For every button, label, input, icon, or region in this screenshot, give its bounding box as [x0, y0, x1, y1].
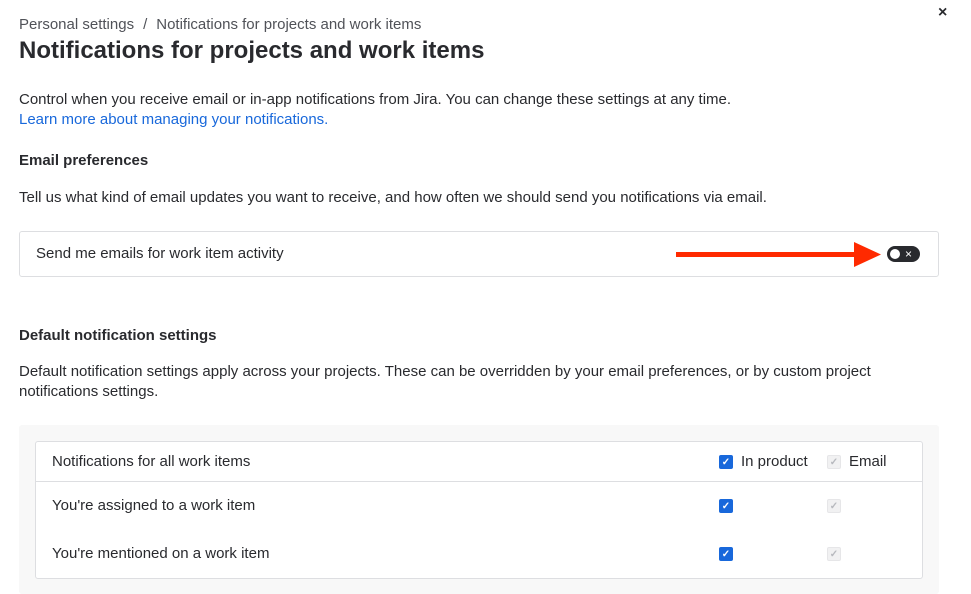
annotation-arrow-icon: [676, 242, 881, 267]
table-row: You're mentioned on a work item ✓ ✓: [36, 530, 922, 578]
email-activity-toggle[interactable]: ×: [887, 246, 920, 262]
email-preferences-description: Tell us what kind of email updates you w…: [19, 189, 767, 206]
email-column-header: Email: [849, 453, 887, 470]
intro-text: Control when you receive email or in-app…: [19, 91, 732, 108]
table-row: You're assigned to a work item ✓ ✓: [36, 482, 922, 530]
row-label: You're mentioned on a work item: [52, 545, 270, 562]
email-checkbox: ✓: [827, 499, 841, 513]
email-checkbox: ✓: [827, 547, 841, 561]
page-title: Notifications for projects and work item…: [19, 37, 485, 64]
notifications-panel: Notifications for all work items ✓ In pr…: [19, 425, 939, 594]
email-preferences-heading: Email preferences: [19, 152, 149, 169]
email-all-checkbox: ✓: [827, 455, 841, 469]
default-settings-heading: Default notification settings: [19, 327, 217, 344]
breadcrumb: Personal settings / Notifications for proj…: [19, 16, 421, 33]
in-product-checkbox[interactable]: ✓: [719, 547, 733, 561]
table-header-row: Notifications for all work items ✓ In pr…: [36, 442, 922, 482]
default-settings-description: Default notification settings apply acro…: [19, 363, 871, 400]
toggle-knob: [890, 249, 900, 259]
breadcrumb-separator: /: [143, 16, 148, 33]
in-product-checkbox[interactable]: ✓: [719, 499, 733, 513]
learn-more-link[interactable]: Learn more about managing your notificat…: [19, 110, 328, 130]
notifications-table: Notifications for all work items ✓ In pr…: [35, 441, 923, 579]
in-product-all-checkbox[interactable]: ✓: [719, 455, 733, 469]
in-product-column-header: In product: [741, 453, 808, 470]
email-toggle-label: Send me emails for work item activity: [36, 245, 284, 262]
toggle-off-icon: ×: [905, 247, 913, 261]
table-header-label: Notifications for all work items: [52, 453, 251, 470]
breadcrumb-current: Notifications for projects and work item…: [156, 16, 422, 33]
breadcrumb-personal-settings[interactable]: Personal settings: [19, 16, 134, 33]
row-label: You're assigned to a work item: [52, 497, 256, 514]
close-icon[interactable]: ×: [938, 4, 947, 22]
